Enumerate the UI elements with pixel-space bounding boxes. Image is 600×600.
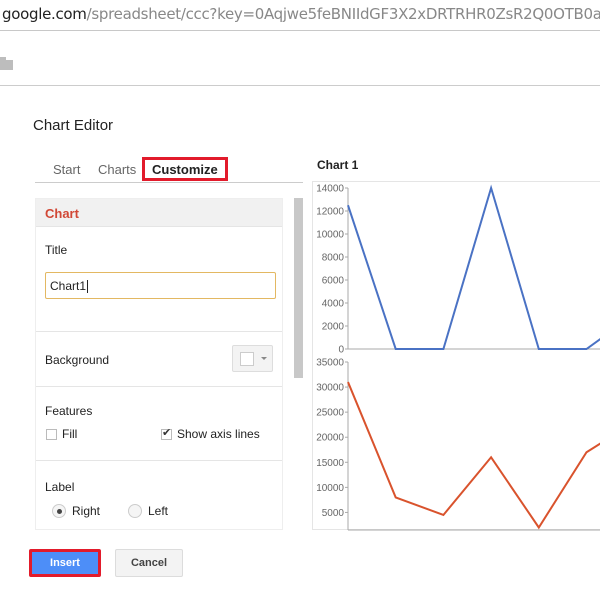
radio-selected-icon <box>52 504 66 518</box>
y-tick-label: 15000 <box>316 458 344 469</box>
y-tick-label: 30000 <box>316 383 344 394</box>
label-section: Label Right Left <box>36 461 282 529</box>
radio-unselected-icon <box>128 504 142 518</box>
spreadsheet-toolbar <box>0 32 600 86</box>
y-tick-label: 4000 <box>322 299 345 310</box>
y-tick-label: 10000 <box>316 483 344 494</box>
title-label: Title <box>45 243 68 257</box>
background-section: Background <box>36 332 282 387</box>
checkbox-checked-icon <box>161 426 172 440</box>
customize-panel: Chart Title Chart1 Background Features F… <box>35 198 283 530</box>
y-tick-label: 6000 <box>322 276 345 287</box>
tab-charts[interactable]: Charts <box>98 162 136 177</box>
chart-svg: 0 2000 4000 6000 8000 10000 12000 14000 5000 1000… <box>316 184 600 531</box>
fill-checkbox[interactable]: Fill <box>46 427 77 441</box>
tab-start[interactable]: Start <box>53 162 80 177</box>
chart-preview-title: Chart 1 <box>317 158 359 172</box>
editor-tabs: Start Charts Customize <box>35 157 303 183</box>
chart-title-input[interactable]: Chart1 <box>45 272 276 299</box>
features-label: Features <box>45 404 93 418</box>
tab-customize[interactable]: Customize <box>142 157 228 181</box>
chart-frame: 0 2000 4000 6000 8000 10000 12000 14000 5000 1000… <box>312 181 600 531</box>
panel-scrollbar[interactable] <box>294 198 303 378</box>
background-color-picker[interactable] <box>232 345 273 372</box>
y-tick-label: 20000 <box>316 433 344 444</box>
title-section: Title Chart1 <box>36 227 282 332</box>
url-text[interactable]: google.com/spreadsheet/ccc?key=0Aqjwe5fe… <box>2 5 600 23</box>
y-tick-label: 0 <box>338 345 344 356</box>
dialog-title: Chart Editor <box>33 117 114 134</box>
features-section: Features Fill Show axis lines <box>36 387 282 461</box>
chart-preview: Chart 1 0 2000 4000 6000 8000 10000 12000 14000… <box>312 150 600 531</box>
insert-button[interactable]: Insert <box>29 549 101 577</box>
y-tick-label: 8000 <box>322 253 345 264</box>
label-left-radio[interactable]: Left <box>128 504 168 518</box>
cancel-button[interactable]: Cancel <box>115 549 183 577</box>
y-tick-label: 12000 <box>316 207 344 218</box>
y-tick-label: 10000 <box>316 230 344 241</box>
y-tick-label: 35000 <box>316 358 344 369</box>
background-label: Background <box>45 353 110 367</box>
folder-icon[interactable] <box>0 57 13 70</box>
show-axis-lines-checkbox[interactable]: Show axis lines <box>161 426 260 441</box>
y-tick-label: 2000 <box>322 322 345 333</box>
browser-address-bar[interactable]: google.com/spreadsheet/ccc?key=0Aqjwe5fe… <box>0 0 600 31</box>
checkbox-unchecked-icon <box>46 428 57 440</box>
y-tick-label: 14000 <box>316 184 344 195</box>
color-swatch <box>240 352 254 366</box>
series-line-2 <box>347 381 600 530</box>
y-tick-label: 25000 <box>316 408 344 419</box>
series-line-1 <box>347 184 600 350</box>
label-right-radio[interactable]: Right <box>52 504 100 518</box>
panel-header-chart[interactable]: Chart <box>36 199 282 227</box>
label-label: Label <box>45 480 75 494</box>
chevron-down-icon <box>261 357 267 360</box>
y-tick-label: 5000 <box>322 508 345 519</box>
